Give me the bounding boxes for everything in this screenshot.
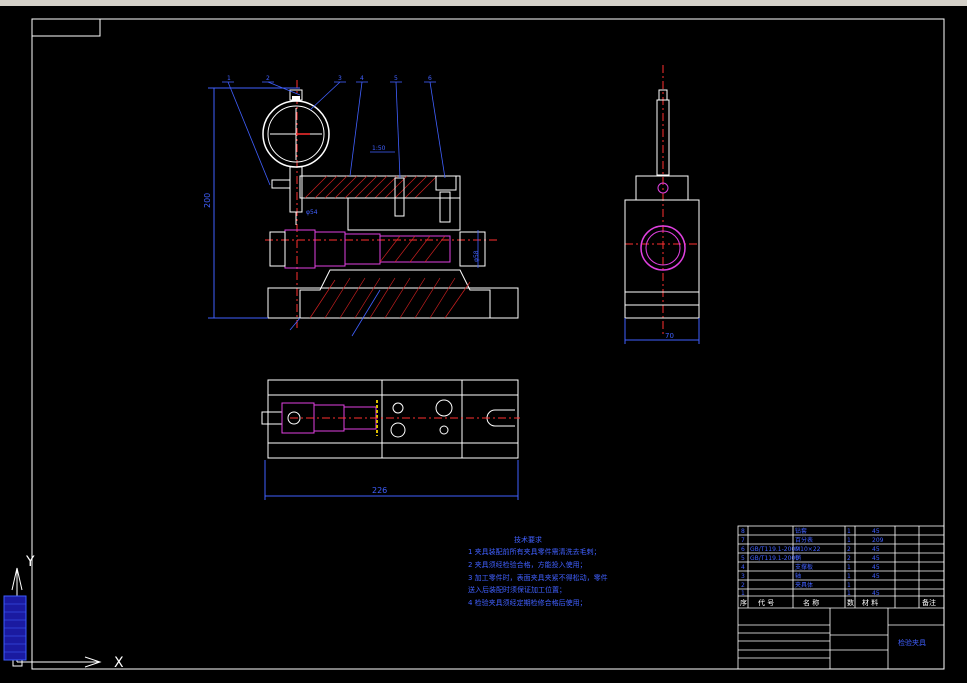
- svg-text:45: 45: [872, 555, 880, 562]
- svg-text:名 称: 名 称: [803, 598, 819, 607]
- svg-text:1: 1: [847, 564, 851, 571]
- svg-text:销: 销: [795, 554, 801, 562]
- svg-text:45: 45: [872, 590, 880, 597]
- side-view: 70: [624, 65, 700, 344]
- svg-text:1: 1: [847, 573, 851, 580]
- svg-text:GB/T119.1-2000: GB/T119.1-2000: [750, 555, 799, 562]
- svg-text:209: 209: [872, 537, 884, 544]
- title-block-name: 检验夹具: [898, 638, 926, 647]
- svg-text:代 号: 代 号: [758, 598, 774, 607]
- svg-text:3: 3: [741, 573, 745, 580]
- tech-item-1: 1 夹具装配前所有夹具零件需清洗去毛刺；: [468, 547, 601, 556]
- tech-item-2: 2 夹具须经检验合格，方能投入使用；: [468, 560, 587, 569]
- svg-text:百分表: 百分表: [795, 536, 813, 544]
- tech-requirements: 技术要求 1 夹具装配前所有夹具零件需清洗去毛刺； 2 夹具须经检验合格，方能投…: [468, 535, 608, 607]
- svg-text:支撑板: 支撑板: [795, 563, 813, 571]
- cad-drawing: 200 1 2 3 4 5 6 φ58 φ54 1:50 70 226 技术要求…: [3, 18, 945, 671]
- balloon-1: 1: [227, 75, 231, 82]
- balloon-5: 5: [394, 75, 398, 82]
- svg-text:序: 序: [740, 598, 747, 607]
- balloon-2: 2: [266, 75, 270, 82]
- svg-text:钻套: 钻套: [795, 527, 807, 535]
- svg-text:夹具体: 夹具体: [795, 581, 813, 589]
- dim-bore: φ58: [473, 250, 480, 262]
- dim-height: 200: [203, 193, 212, 208]
- tech-item-4: 送入后装配时须保证加工位置；: [468, 585, 566, 594]
- svg-text:GB/T119.1-2000: GB/T119.1-2000: [750, 546, 799, 553]
- tech-item-3: 3 加工零件时，表面夹具夹紧不得松动，零件: [468, 573, 608, 582]
- svg-text:1: 1: [741, 590, 745, 597]
- bom-header: 序 代 号 名 称 数 材 料 备注: [740, 598, 936, 607]
- svg-text:8: 8: [741, 528, 745, 535]
- svg-text:M10×22: M10×22: [795, 546, 821, 553]
- svg-text:材 料: 材 料: [862, 598, 878, 607]
- svg-text:45: 45: [872, 573, 880, 580]
- balloon-3: 3: [338, 75, 342, 82]
- svg-text:1: 1: [847, 582, 851, 589]
- corner-box: [31, 18, 101, 37]
- tech-title: 技术要求: [514, 535, 542, 544]
- dim-note: 1:50: [372, 145, 386, 152]
- svg-text:轴: 轴: [795, 572, 801, 580]
- svg-text:1: 1: [847, 537, 851, 544]
- svg-text:2: 2: [741, 582, 745, 589]
- svg-text:2: 2: [847, 546, 851, 553]
- drawing-canvas[interactable]: 200 1 2 3 4 5 6 φ58 φ54 1:50 70 226 技术要求…: [0, 6, 967, 679]
- svg-text:4: 4: [741, 564, 745, 571]
- svg-text:45: 45: [872, 564, 880, 571]
- svg-text:备注: 备注: [922, 598, 936, 607]
- dim-side-width: 70: [665, 332, 674, 340]
- svg-text:数: 数: [847, 598, 854, 607]
- svg-text:6: 6: [741, 546, 745, 553]
- balloon-4: 4: [360, 75, 364, 82]
- svg-text:7: 7: [741, 537, 745, 544]
- svg-text:45: 45: [872, 546, 880, 553]
- outer-border: [31, 18, 945, 670]
- svg-text:5: 5: [741, 555, 745, 562]
- dim-top-width: 226: [372, 486, 387, 495]
- balloon-6: 6: [428, 75, 432, 82]
- ucs-y-label: Y: [25, 554, 35, 570]
- tech-item-5: 4 检验夹具须经定期检修合格后使用；: [468, 598, 587, 607]
- top-view: 226: [261, 379, 520, 500]
- front-view: 200 1 2 3 4 5 6 φ58 φ54 1:50: [203, 75, 519, 337]
- dim-hole: φ54: [306, 209, 318, 216]
- ucs-x-label: X: [114, 655, 124, 671]
- svg-text:1: 1: [847, 590, 851, 597]
- svg-text:45: 45: [872, 528, 880, 535]
- svg-text:1: 1: [847, 528, 851, 535]
- svg-text:2: 2: [847, 555, 851, 562]
